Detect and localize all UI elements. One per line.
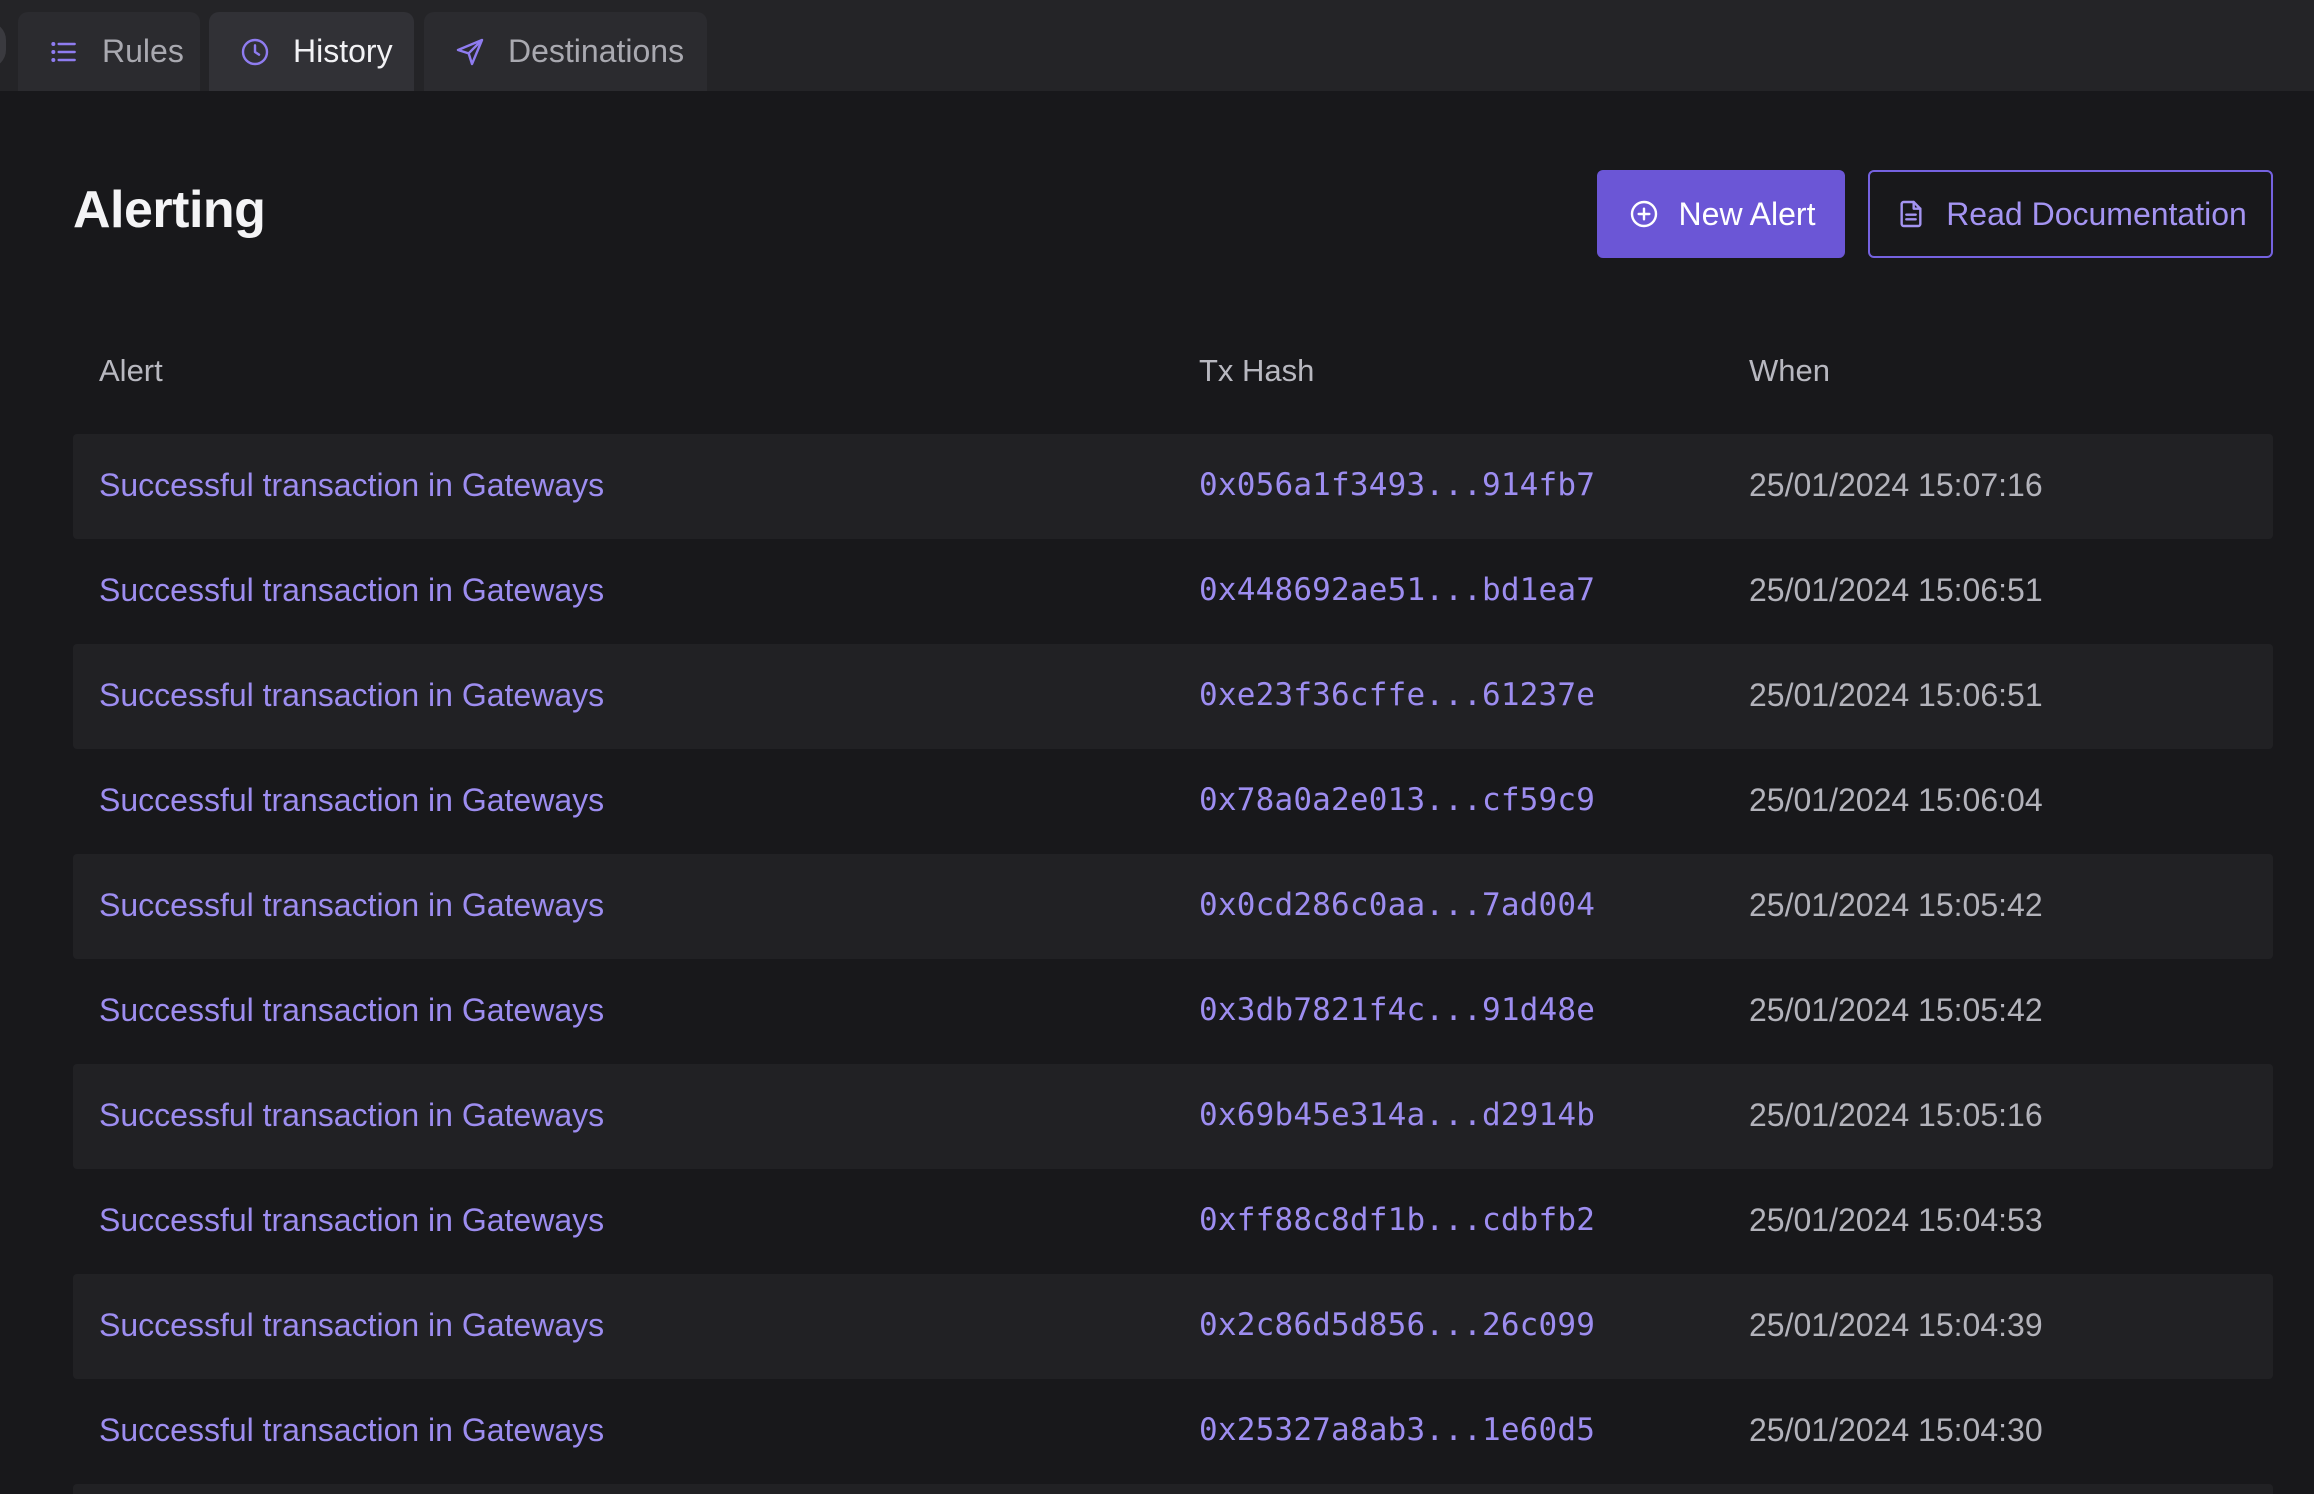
timestamp: 25/01/2024 15:04:39 [1749, 1307, 2043, 1343]
tab-rules[interactable]: Rules [18, 12, 200, 91]
timestamp: 25/01/2024 15:05:42 [1749, 992, 2043, 1028]
tx-hash-link[interactable]: 0x3db7821f4c...91d48e [1199, 992, 1595, 1028]
tx-hash-link[interactable]: 0xe23f36cffe...61237e [1199, 677, 1595, 713]
timestamp: 25/01/2024 15:06:51 [1749, 572, 2043, 608]
new-alert-button[interactable]: New Alert [1597, 170, 1845, 258]
page-title: Alerting [73, 181, 266, 239]
column-header-tx-hash: Tx Hash [1199, 353, 1315, 388]
timestamp: 25/01/2024 15:05:16 [1749, 1097, 2043, 1133]
tab-history[interactable]: History [209, 12, 414, 91]
alert-link[interactable]: Successful transaction in Gateways [99, 467, 604, 504]
alert-link[interactable]: Successful transaction in Gateways [99, 1412, 604, 1449]
table-row-partial[interactable] [73, 1484, 2273, 1494]
clock-icon [237, 34, 273, 70]
timestamp: 25/01/2024 15:05:42 [1749, 887, 2043, 923]
timestamp: 25/01/2024 15:06:04 [1749, 782, 2043, 818]
tab-destinations[interactable]: Destinations [424, 12, 707, 91]
timestamp: 25/01/2024 15:06:51 [1749, 677, 2043, 713]
table-row[interactable]: Successful transaction in Gateways 0x3db… [73, 959, 2273, 1064]
plus-circle-icon [1627, 197, 1661, 231]
column-header-when: When [1749, 353, 1830, 388]
alert-link[interactable]: Successful transaction in Gateways [99, 1202, 604, 1239]
table-row[interactable]: Successful transaction in Gateways 0x448… [73, 539, 2273, 644]
tab-rules-label: Rules [102, 33, 184, 69]
alert-link[interactable]: Successful transaction in Gateways [99, 1307, 604, 1344]
tx-hash-link[interactable]: 0x0cd286c0aa...7ad004 [1199, 887, 1595, 923]
tx-hash-link[interactable]: 0x448692ae51...bd1ea7 [1199, 572, 1595, 608]
table-row[interactable]: Successful transaction in Gateways 0x2c8… [73, 1274, 2273, 1379]
table-row[interactable]: Successful transaction in Gateways 0x0cd… [73, 854, 2273, 959]
table-row[interactable]: Successful transaction in Gateways 0x056… [73, 434, 2273, 539]
tab-scroll-stub[interactable] [0, 22, 6, 68]
new-alert-label: New Alert [1678, 195, 1816, 232]
alert-link[interactable]: Successful transaction in Gateways [99, 887, 604, 924]
alert-link[interactable]: Successful transaction in Gateways [99, 1097, 604, 1134]
timestamp: 25/01/2024 15:04:30 [1749, 1412, 2043, 1448]
tx-hash-link[interactable]: 0x056a1f3493...914fb7 [1199, 467, 1595, 503]
tab-bar: Rules History Destinations [0, 0, 2314, 91]
tx-hash-link[interactable]: 0x25327a8ab3...1e60d5 [1199, 1412, 1595, 1448]
column-header-alert: Alert [99, 353, 163, 388]
alert-link[interactable]: Successful transaction in Gateways [99, 572, 604, 609]
alert-link[interactable]: Successful transaction in Gateways [99, 782, 604, 819]
table-row[interactable]: Successful transaction in Gateways 0xe23… [73, 644, 2273, 749]
tab-history-label: History [293, 33, 393, 69]
alerting-page: Rules History Destinations Alerting New … [0, 0, 2314, 1494]
tx-hash-link[interactable]: 0x78a0a2e013...cf59c9 [1199, 782, 1595, 818]
history-table: Successful transaction in Gateways 0x056… [73, 434, 2273, 1494]
table-row[interactable]: Successful transaction in Gateways 0xff8… [73, 1169, 2273, 1274]
table-row[interactable]: Successful transaction in Gateways 0x69b… [73, 1064, 2273, 1169]
send-icon [452, 34, 488, 70]
read-documentation-label: Read Documentation [1946, 195, 2247, 232]
tx-hash-link[interactable]: 0x69b45e314a...d2914b [1199, 1097, 1595, 1133]
tab-destinations-label: Destinations [508, 33, 685, 69]
timestamp: 25/01/2024 15:04:53 [1749, 1202, 2043, 1238]
alert-link[interactable]: Successful transaction in Gateways [99, 992, 604, 1029]
table-header: Alert Tx Hash When [73, 335, 2273, 410]
table-row[interactable]: Successful transaction in Gateways 0x253… [73, 1379, 2273, 1484]
list-icon [46, 34, 82, 70]
table-row[interactable]: Successful transaction in Gateways 0x78a… [73, 749, 2273, 854]
timestamp: 25/01/2024 15:07:16 [1749, 467, 2043, 503]
alert-link[interactable]: Successful transaction in Gateways [99, 677, 604, 714]
document-icon [1894, 197, 1928, 231]
tx-hash-link[interactable]: 0x2c86d5d856...26c099 [1199, 1307, 1595, 1343]
read-documentation-button[interactable]: Read Documentation [1868, 170, 2273, 258]
tx-hash-link[interactable]: 0xff88c8df1b...cdbfb2 [1199, 1202, 1595, 1238]
